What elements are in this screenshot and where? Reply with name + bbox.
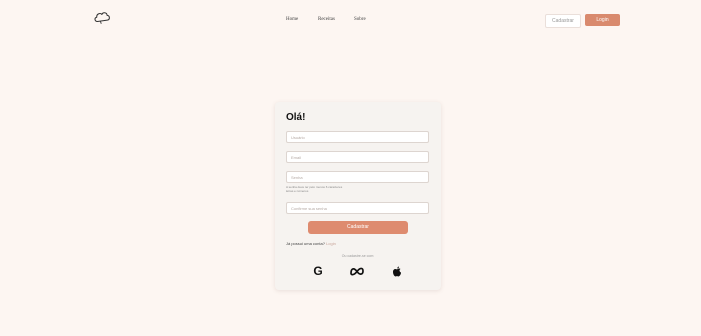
login-nav-button[interactable]: Login — [585, 14, 620, 26]
have-account-text: Já possui uma conta? Login — [286, 241, 336, 246]
have-account-label: Já possui uma conta? — [286, 241, 325, 246]
senha-input[interactable] — [286, 171, 429, 183]
social-signup-label: Ou cadastre-se com: — [341, 254, 375, 258]
form-title: Olá! — [286, 112, 306, 123]
login-link[interactable]: Login — [326, 241, 336, 246]
google-signup-button[interactable]: G — [310, 264, 326, 278]
meta-signup-button[interactable] — [349, 264, 365, 278]
google-icon: G — [313, 264, 323, 278]
cloud-logo-icon[interactable] — [93, 9, 111, 25]
email-input[interactable] — [286, 151, 429, 163]
nav-receitas-link[interactable]: Receitas — [318, 17, 335, 22]
nav-home-link[interactable]: Home — [286, 17, 298, 22]
password-hint-line-2: letras e números — [286, 189, 309, 193]
password-hint: A senha deve ter pelo menos 6 caracteres… — [286, 185, 426, 193]
nav-sobre-link[interactable]: Sobre — [354, 17, 366, 22]
apple-icon — [393, 266, 401, 276]
meta-icon — [350, 267, 364, 276]
signup-card: Olá! A senha deve ter pelo menos 6 carac… — [275, 102, 441, 290]
cadastrar-submit-button[interactable]: Cadastrar — [308, 221, 408, 234]
top-navigation-bar: Home Receitas Sobre Cadastrar Login — [0, 0, 701, 32]
cadastrar-nav-button[interactable]: Cadastrar — [545, 14, 581, 28]
confirm-password-input[interactable] — [286, 202, 429, 214]
usuario-input[interactable] — [286, 131, 429, 143]
apple-signup-button[interactable] — [389, 264, 405, 278]
